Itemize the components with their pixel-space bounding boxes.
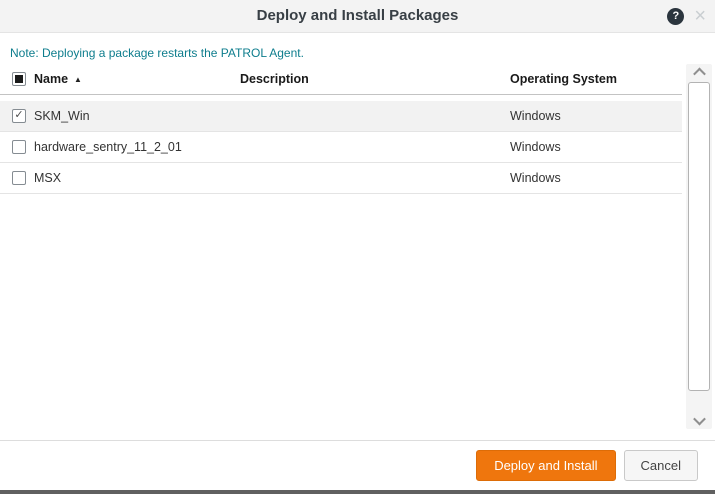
- dialog-header: Deploy and Install Packages ? ×: [0, 0, 715, 33]
- close-icon[interactable]: ×: [694, 6, 706, 26]
- table-row[interactable]: ✓ SKM_Win Windows: [0, 101, 682, 132]
- header-icons: ? ×: [667, 0, 706, 32]
- package-name: hardware_sentry_11_2_01: [34, 140, 182, 154]
- dialog-bottom-edge: [0, 490, 715, 494]
- grid-content: ✓ Name ▲ Description Operating System ✓: [0, 64, 682, 194]
- row-checkbox[interactable]: ✓: [12, 109, 26, 123]
- packages-grid: ✓ Name ▲ Description Operating System ✓: [0, 64, 715, 440]
- indeterminate-icon: [15, 75, 23, 83]
- package-os: Windows: [510, 109, 561, 123]
- row-checkbox-cell: ✓: [0, 109, 34, 123]
- dialog-title: Deploy and Install Packages: [256, 7, 459, 24]
- grid-header-row: ✓ Name ▲ Description Operating System: [0, 64, 682, 95]
- row-checkbox-cell: ✓: [0, 171, 34, 185]
- row-checkbox[interactable]: ✓: [12, 140, 26, 154]
- scrollbar-thumb[interactable]: [688, 82, 710, 391]
- table-row[interactable]: ✓ MSX Windows: [0, 163, 682, 194]
- column-header-name[interactable]: Name ▲: [34, 72, 240, 86]
- column-header-name-label: Name: [34, 72, 69, 86]
- sort-ascending-icon: ▲: [74, 74, 82, 84]
- select-all-cell: ✓: [0, 72, 34, 86]
- deploy-and-install-button[interactable]: Deploy and Install: [476, 450, 616, 481]
- row-checkbox-cell: ✓: [0, 140, 34, 154]
- row-checkbox[interactable]: ✓: [12, 171, 26, 185]
- help-icon-glyph: ?: [672, 10, 680, 22]
- scroll-down-button[interactable]: [686, 412, 712, 429]
- scroll-up-button[interactable]: [686, 64, 712, 81]
- deploy-install-dialog: Deploy and Install Packages ? × Note: De…: [0, 0, 715, 494]
- chevron-down-icon: [692, 412, 706, 426]
- check-icon: ✓: [14, 109, 24, 121]
- table-row[interactable]: ✓ hardware_sentry_11_2_01 Windows: [0, 132, 682, 163]
- restart-note: Note: Deploying a package restarts the P…: [10, 46, 304, 60]
- cancel-button[interactable]: Cancel: [623, 450, 698, 481]
- vertical-scrollbar[interactable]: [686, 64, 712, 429]
- package-os: Windows: [510, 171, 561, 185]
- package-name: MSX: [34, 171, 62, 185]
- dialog-footer: Deploy and Install Cancel: [0, 440, 715, 490]
- column-header-description[interactable]: Description: [240, 72, 510, 86]
- column-header-os[interactable]: Operating System: [510, 72, 682, 86]
- help-icon[interactable]: ?: [667, 7, 685, 25]
- package-name: SKM_Win: [34, 109, 90, 123]
- chevron-up-icon: [692, 67, 706, 81]
- package-os: Windows: [510, 140, 561, 154]
- select-all-checkbox[interactable]: ✓: [12, 72, 26, 86]
